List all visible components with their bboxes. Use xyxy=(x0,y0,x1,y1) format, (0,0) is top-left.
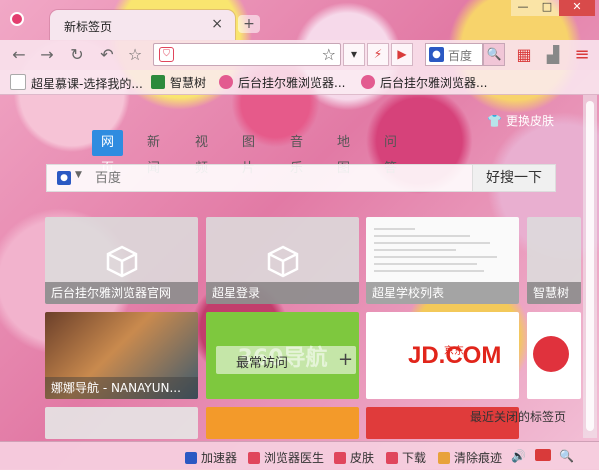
forward-arrow-icon[interactable]: → xyxy=(36,44,58,66)
bookmark-erya-2[interactable]: 后台挂尔雅浏览器... xyxy=(361,74,487,90)
tree-icon xyxy=(151,75,165,89)
engine-dropdown-icon[interactable]: ▼ xyxy=(75,170,82,180)
speed-dial-tile[interactable] xyxy=(45,407,198,439)
medical-cross-icon xyxy=(248,452,260,464)
tile-label: 智慧树 xyxy=(527,282,581,304)
accelerate-bolt-icon[interactable]: ⚡ xyxy=(367,43,389,66)
minimize-button[interactable]: — xyxy=(511,0,535,16)
download-button[interactable]: 下载 xyxy=(386,449,426,466)
rocket-icon xyxy=(185,452,197,464)
tab-map[interactable]: 地图 xyxy=(337,130,350,176)
reload-icon[interactable]: ↻ xyxy=(66,44,88,66)
speed-dial-tile[interactable]: JD.COM 京东 xyxy=(366,312,519,399)
title-bar: 新标签页 × + — □ ✕ xyxy=(0,0,599,40)
extensions-grid-icon[interactable]: ▦ xyxy=(513,44,535,66)
speed-dial-tile[interactable]: 超星登录 xyxy=(206,217,359,304)
red-block-icon[interactable] xyxy=(535,449,551,461)
clear-traces-button[interactable]: 清除痕迹 xyxy=(438,449,502,466)
bookmark-star-icon[interactable]: ☆ xyxy=(322,44,336,65)
sound-icon[interactable]: 🔊 xyxy=(511,449,526,463)
favorites-star-icon[interactable]: ☆ xyxy=(124,44,146,66)
frequent-visits-label: 最常访问 xyxy=(236,356,289,371)
tab-images[interactable]: 图片 xyxy=(242,130,255,176)
undo-close-icon[interactable]: ↶ xyxy=(96,44,118,66)
zoom-icon[interactable]: 🔍 xyxy=(559,449,574,463)
main-search-input[interactable] xyxy=(95,170,455,185)
bookmark-zhihuishu[interactable]: 智慧树 xyxy=(151,74,206,90)
main-search-bar: ● ▼ 好搜一下 xyxy=(46,164,556,192)
menu-icon[interactable]: ≡ xyxy=(571,44,593,66)
tab-title: 新标签页 xyxy=(64,20,113,34)
speed-dial-tile[interactable] xyxy=(527,312,581,399)
tile-label: 超星登录 xyxy=(206,282,359,304)
tab-qa[interactable]: 问答 xyxy=(384,130,397,176)
erya-browser-icon xyxy=(219,75,233,89)
address-dropdown-icon[interactable]: ▾ xyxy=(343,43,365,66)
page-thumbnail xyxy=(374,223,511,277)
tab-close-icon[interactable]: × xyxy=(211,16,223,32)
address-bar[interactable]: ⛉ ☆ xyxy=(153,43,341,66)
add-icon[interactable]: + xyxy=(338,349,353,370)
status-bar: 加速器 浏览器医生 皮肤 下载 清除痕迹 🔊 🔍 xyxy=(0,441,599,470)
vertical-scrollbar[interactable] xyxy=(583,95,597,438)
page-icon xyxy=(10,74,26,90)
speed-dial-tile[interactable]: 后台挂尔雅浏览器官网 xyxy=(45,217,198,304)
cube-placeholder-icon xyxy=(106,245,137,278)
jd-logo-sub: 京东 xyxy=(444,346,464,357)
weibo-logo-icon xyxy=(533,336,569,372)
search-submit-button[interactable]: 好搜一下 xyxy=(472,165,555,191)
baidu-paw-icon[interactable]: ● xyxy=(429,47,444,62)
speed-dial-tile[interactable]: 娜娜导航 - NANAYUN... xyxy=(45,312,198,399)
user-avatar-icon[interactable]: ▟ xyxy=(542,44,564,66)
frequent-visits-bar[interactable]: 最常访问 + xyxy=(216,346,356,374)
tab-video[interactable]: 视频 xyxy=(195,130,208,176)
broom-icon xyxy=(438,452,450,464)
accelerator-button[interactable]: 加速器 xyxy=(185,449,237,466)
tile-label: 超星学校列表 xyxy=(366,282,519,304)
security-shield-icon[interactable]: ⛉ xyxy=(159,47,174,62)
browser-logo-icon xyxy=(10,12,24,26)
tile-label: 后台挂尔雅浏览器官网 xyxy=(45,282,198,304)
shirt-icon: 👕 xyxy=(487,114,502,128)
browser-doctor-button[interactable]: 浏览器医生 xyxy=(248,449,324,466)
cube-placeholder-icon xyxy=(267,245,298,278)
back-arrow-icon[interactable]: ← xyxy=(8,44,30,66)
new-tab-button[interactable]: + xyxy=(238,15,260,33)
bookmark-chaoxing[interactable]: 超星慕课-选择我的... xyxy=(10,74,143,91)
scrollbar-thumb[interactable] xyxy=(586,101,594,431)
change-skin-link[interactable]: 👕 更换皮肤 xyxy=(487,112,554,129)
download-icon xyxy=(386,452,398,464)
recently-closed-link[interactable]: 最近关闭的标签页 xyxy=(470,408,566,425)
search-engine-label: 百度 xyxy=(448,49,473,63)
speed-dial-tile[interactable]: 超星学校列表 xyxy=(366,217,519,304)
play-icon[interactable]: ▶ xyxy=(391,43,413,66)
shirt-icon xyxy=(334,452,346,464)
tile-label: 娜娜导航 - NANAYUN... xyxy=(45,377,198,399)
tab-new-tab[interactable]: 新标签页 × xyxy=(50,10,235,40)
tab-news[interactable]: 新闻 xyxy=(147,130,160,176)
maximize-button[interactable]: □ xyxy=(535,0,559,16)
bookmarks-bar: 超星慕课-选择我的... 智慧树 后台挂尔雅浏览器... 后台挂尔雅浏览器... xyxy=(0,70,599,95)
tab-music[interactable]: 音乐 xyxy=(290,130,303,176)
skin-button[interactable]: 皮肤 xyxy=(334,449,374,466)
close-window-button[interactable]: ✕ xyxy=(559,0,595,16)
address-input[interactable] xyxy=(179,46,309,63)
erya-browser-icon xyxy=(361,75,375,89)
speed-dial-tile[interactable] xyxy=(206,407,359,439)
baidu-paw-icon[interactable]: ● xyxy=(57,171,71,185)
bookmark-erya-1[interactable]: 后台挂尔雅浏览器... xyxy=(219,74,345,90)
search-go-button[interactable]: 🔍 xyxy=(483,43,505,66)
search-engine-box[interactable]: ● 百度 xyxy=(425,43,483,66)
speed-dial-tile[interactable]: 智慧树 xyxy=(527,217,581,304)
navigation-toolbar: ← → ↻ ↶ ☆ ⛉ ☆ ▾ ⚡ ▶ ● 百度 🔍 ▦ ▟ ≡ xyxy=(0,40,599,70)
tab-web[interactable]: 网页 xyxy=(92,130,124,176)
